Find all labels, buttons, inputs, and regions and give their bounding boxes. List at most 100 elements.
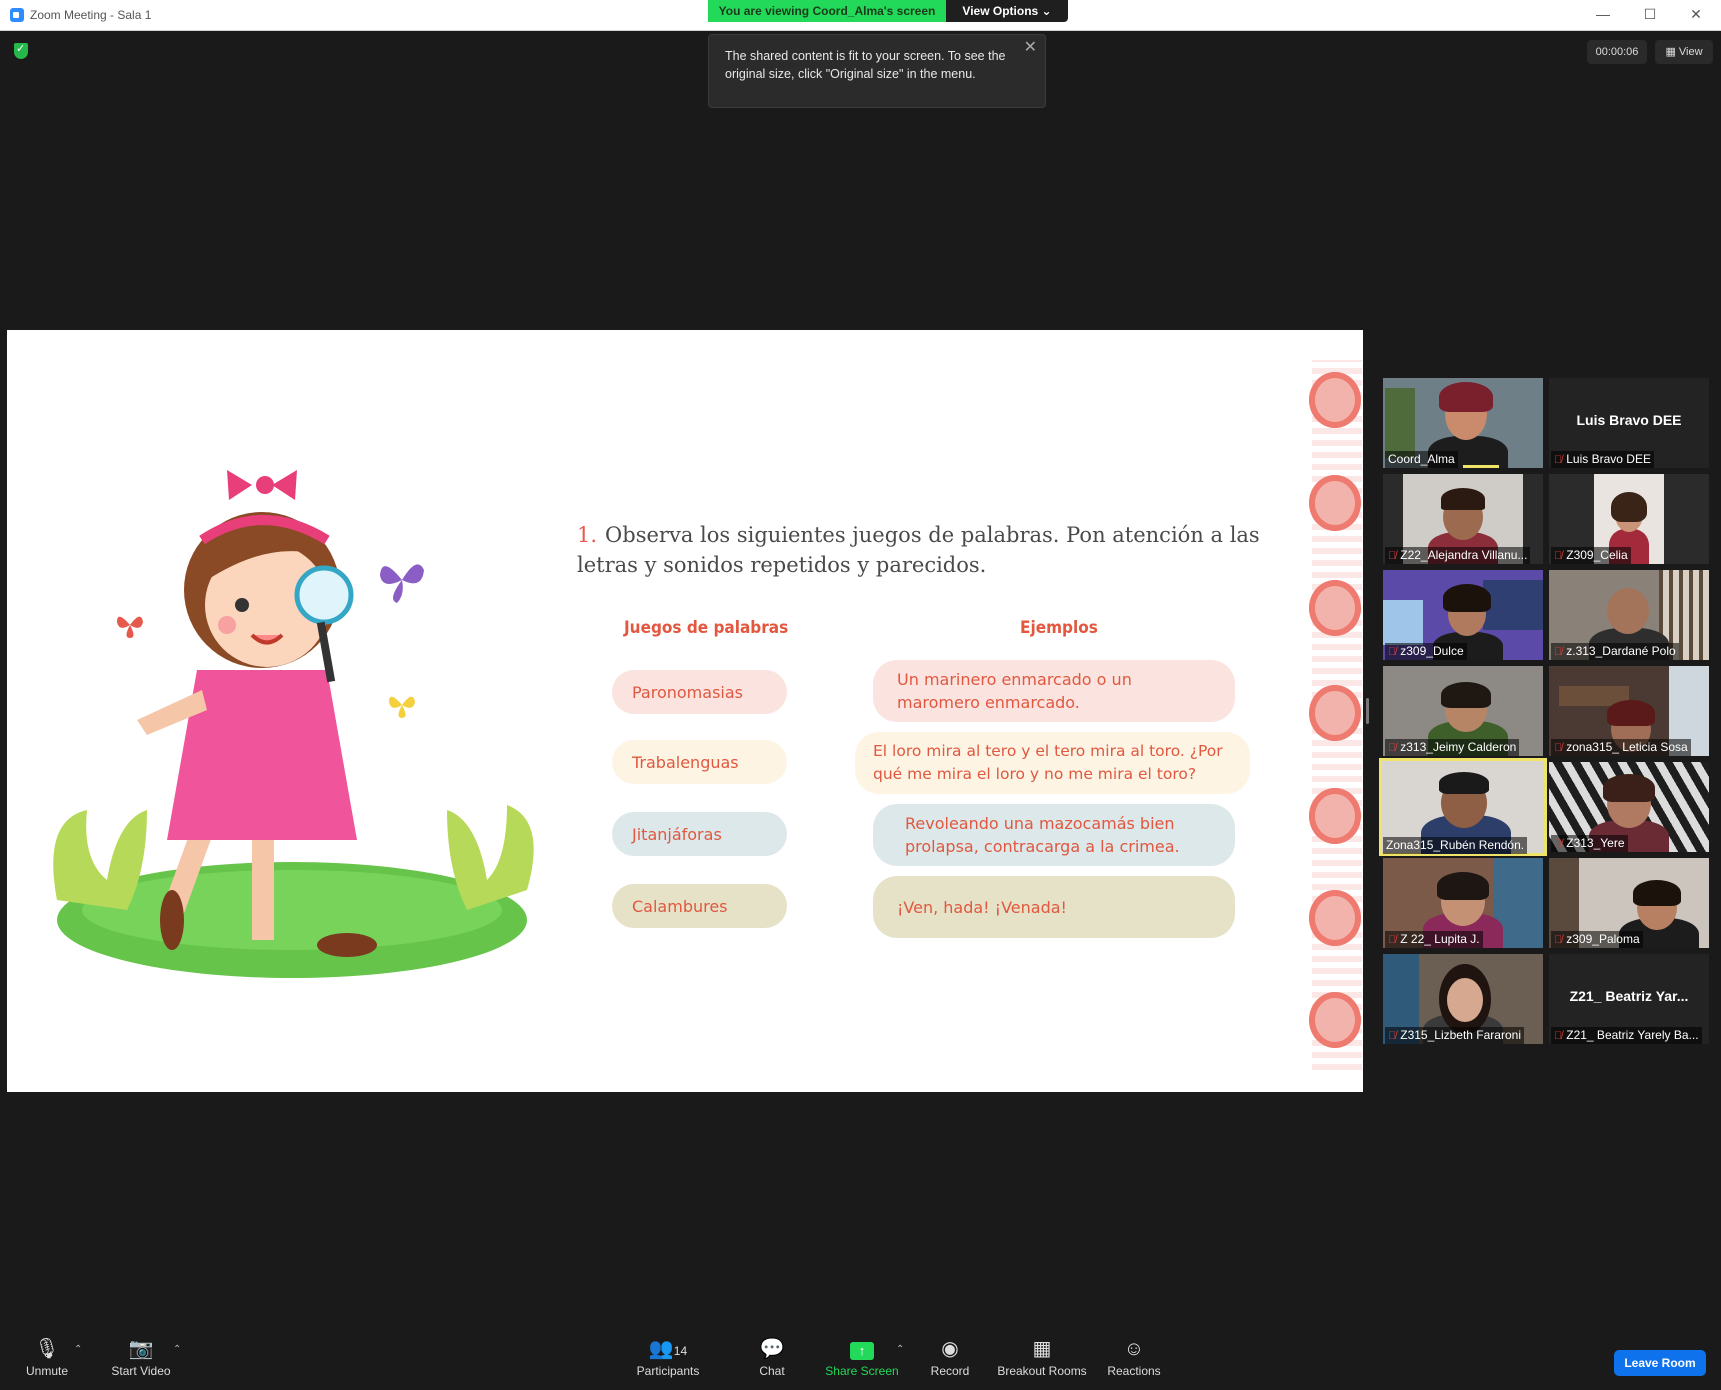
participants-button[interactable]: 👥14 Participants: [632, 1336, 704, 1378]
butterfly-yellow-icon: [389, 696, 415, 718]
record-button[interactable]: ◉ Record: [928, 1336, 972, 1378]
muted-mic-icon: 🎙̸: [1554, 1030, 1563, 1042]
butterfly-purple-icon: [380, 564, 424, 603]
tooltip-text: The shared content is fit to your screen…: [725, 49, 1006, 81]
slide-question: 1. Observa los siguientes juegos de palab…: [577, 520, 1267, 580]
column-header-ejemplos: Ejemplos: [1020, 618, 1098, 638]
chat-button[interactable]: 💬 Chat: [752, 1336, 792, 1378]
participant-tile[interactable]: 🎙̸ Z315_Lizbeth Fararoni: [1383, 954, 1543, 1044]
close-window-button[interactable]: ✕: [1681, 6, 1711, 23]
reactions-button[interactable]: ☺ Reactions: [1104, 1336, 1164, 1378]
video-options-caret-icon[interactable]: ⌃: [173, 1344, 181, 1355]
participant-name: 🎙̸ z309_Paloma: [1551, 931, 1643, 948]
decorative-circle: [1309, 788, 1361, 844]
panel-resize-handle[interactable]: [1366, 698, 1369, 724]
participant-tile[interactable]: 🎙̸ Z 22_ Lupita J.: [1383, 858, 1543, 948]
decorative-circle: [1309, 992, 1361, 1048]
participant-tile[interactable]: Luis Bravo DEE 🎙̸ Luis Bravo DEE: [1549, 378, 1709, 468]
participant-tile[interactable]: 🎙̸ Z313_Yere: [1549, 762, 1709, 852]
decorative-circle: [1309, 685, 1361, 741]
meeting-timer: 00:00:06: [1587, 40, 1647, 64]
record-icon: ◉: [941, 1338, 959, 1360]
participant-tile[interactable]: Coord_Alma: [1383, 378, 1543, 468]
share-screen-icon: ↑: [822, 1336, 902, 1362]
muted-mic-icon: 🎙̸: [1554, 838, 1563, 850]
participant-name: Zona315_Rubén Rendón.: [1383, 837, 1528, 854]
juego-pill: Trabalenguas: [612, 740, 787, 784]
encryption-shield-icon[interactable]: [14, 42, 28, 59]
decorative-circle: [1309, 890, 1361, 946]
ejemplo-pill: Un marinero enmarcado o un maromero enma…: [873, 660, 1235, 722]
participant-tile[interactable]: 🎙̸ z313_Jeimy Calderon: [1383, 666, 1543, 756]
participant-name: 🎙̸ z309_Dulce: [1385, 643, 1467, 660]
participant-tile[interactable]: 🎙̸ z309_Dulce: [1383, 570, 1543, 660]
participant-name: Coord_Alma: [1385, 451, 1458, 468]
muted-mic-icon: 🎙̸: [1554, 646, 1563, 658]
decorative-circle: [1309, 580, 1361, 636]
muted-mic-icon: 🎙̸: [1554, 454, 1563, 466]
participant-name: 🎙̸ Z 22_ Lupita J.: [1385, 931, 1483, 948]
muted-mic-icon: 🎙̸: [1388, 742, 1397, 754]
participant-tile[interactable]: 🎙̸ zona315_ Leticia Sosa: [1549, 666, 1709, 756]
unmute-label: Unmute: [25, 1364, 69, 1378]
butterfly-red-icon: [117, 616, 143, 638]
juego-pill: Paronomasias: [612, 670, 787, 714]
muted-mic-icon: 🎙̸: [1388, 550, 1397, 562]
muted-mic-icon: 🎙: [34, 1338, 60, 1360]
view-label: View: [1678, 46, 1703, 58]
chat-label: Chat: [759, 1364, 785, 1378]
participants-label: Participants: [636, 1364, 700, 1378]
question-text: Observa los siguientes juegos de palabra…: [577, 523, 1260, 577]
start-video-label: Start Video: [111, 1364, 171, 1378]
leave-room-button[interactable]: Leave Room: [1614, 1350, 1706, 1376]
start-video-button[interactable]: 📷 Start Video: [106, 1336, 176, 1378]
muted-mic-icon: 🎙̸: [1554, 934, 1563, 946]
participant-name: 🎙̸ Z21_ Beatriz Yarely Ba...: [1551, 1027, 1702, 1044]
video-off-icon: 📷: [128, 1338, 154, 1360]
question-number: 1.: [577, 523, 598, 547]
participant-name: 🎙̸ Z313_Yere: [1551, 835, 1628, 852]
share-options-caret-icon[interactable]: ⌃: [896, 1344, 904, 1355]
audio-options-caret-icon[interactable]: ⌃: [74, 1344, 82, 1355]
participant-name: 🎙̸ Z22_Alejandra Villanu...: [1385, 547, 1531, 564]
shared-screen-content: 1. Observa los siguientes juegos de palab…: [7, 330, 1363, 1092]
share-screen-button[interactable]: ↑ Share Screen: [822, 1336, 902, 1378]
meeting-toolbar: 🎙 Unmute ⌃ 📷 Start Video ⌃ 👥14 Participa…: [0, 1336, 1721, 1390]
participant-tile[interactable]: 🎙̸ Z22_Alejandra Villanu...: [1383, 474, 1543, 564]
participant-tile[interactable]: 🎙̸ z309_Paloma: [1549, 858, 1709, 948]
participant-tile[interactable]: Z21_ Beatriz Yar... 🎙̸ Z21_ Beatriz Yarel…: [1549, 954, 1709, 1044]
viewing-screen-banner: You are viewing Coord_Alma's screen: [708, 0, 946, 22]
girl-with-magnifier-illustration: [53, 470, 534, 978]
participant-display-name: Z21_ Beatriz Yar...: [1569, 988, 1689, 1004]
participant-name: 🎙̸ zona315_ Leticia Sosa: [1551, 739, 1691, 756]
maximize-button[interactable]: ☐: [1635, 6, 1665, 23]
participant-name: 🎙̸ Z315_Lizbeth Fararoni: [1385, 1027, 1524, 1044]
muted-mic-icon: 🎙̸: [1388, 646, 1397, 658]
minimize-button[interactable]: —: [1588, 6, 1618, 22]
grid-icon: ▦: [1665, 46, 1679, 58]
muted-mic-icon: 🎙̸: [1388, 1030, 1397, 1042]
reactions-label: Reactions: [1107, 1364, 1161, 1378]
breakout-rooms-button[interactable]: ▦ Breakout Rooms: [996, 1336, 1088, 1378]
zoom-app-icon: [10, 8, 24, 22]
record-label: Record: [930, 1364, 970, 1378]
unmute-button[interactable]: 🎙 Unmute: [22, 1336, 72, 1378]
juego-pill: Jitanjáforas: [612, 812, 787, 856]
view-options-button[interactable]: View Options ⌄: [946, 0, 1068, 22]
chat-icon: 💬: [759, 1338, 785, 1360]
muted-mic-icon: 🎙̸: [1554, 742, 1563, 754]
juego-pill: Calambures: [612, 884, 787, 928]
view-layout-button[interactable]: ▦ View: [1655, 40, 1713, 64]
participant-display-name: Luis Bravo DEE: [1576, 412, 1682, 428]
tooltip-close-icon[interactable]: ✕: [1024, 39, 1037, 57]
participant-tile[interactable]: 🎙̸ z.313_Dardané Polo: [1549, 570, 1709, 660]
decorative-circle: [1309, 372, 1361, 428]
participant-tile-active-speaker[interactable]: Zona315_Rubén Rendón.: [1379, 758, 1547, 856]
fit-screen-tooltip: The shared content is fit to your screen…: [708, 34, 1046, 108]
muted-mic-icon: 🎙̸: [1554, 550, 1563, 562]
share-screen-label: Share Screen: [825, 1364, 899, 1378]
participant-name: 🎙̸ z313_Jeimy Calderon: [1385, 739, 1520, 756]
participant-tile[interactable]: 🎙̸ Z309_Celia: [1549, 474, 1709, 564]
window-title: Zoom Meeting - Sala 1: [30, 8, 152, 22]
column-header-juegos: Juegos de palabras: [624, 618, 789, 638]
